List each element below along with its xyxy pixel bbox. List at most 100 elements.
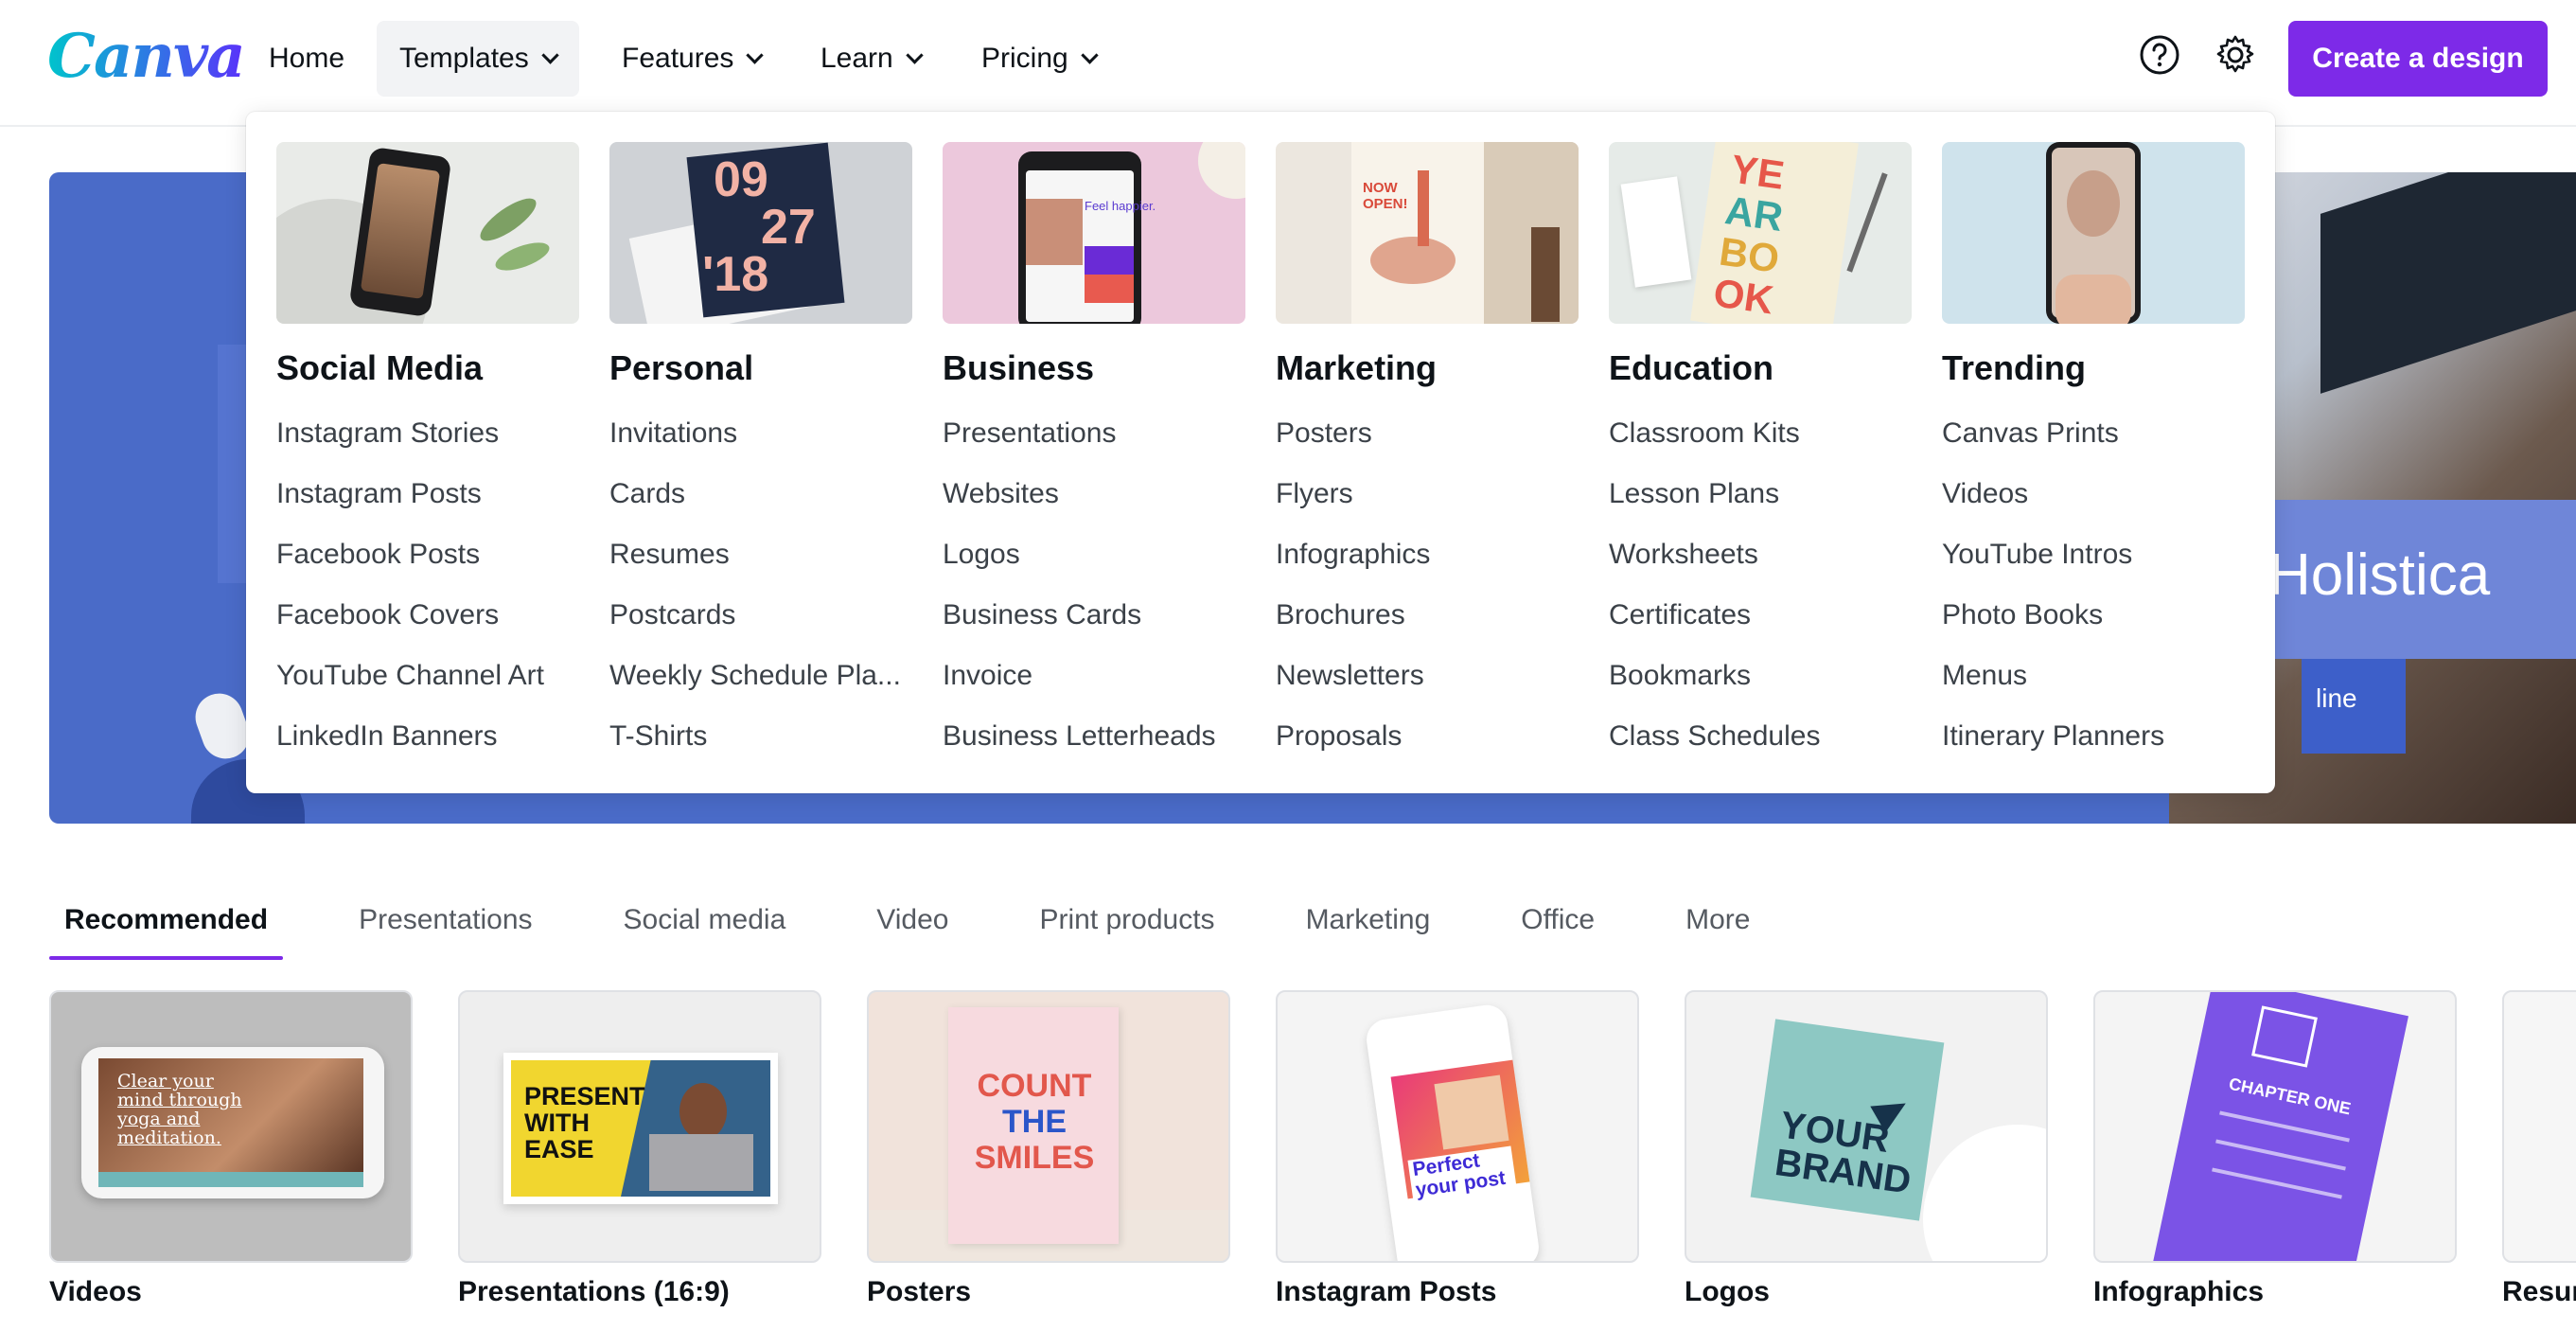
business-thumbnail[interactable]: Feel happier. bbox=[943, 142, 1245, 324]
menu-column-title[interactable]: Business bbox=[943, 348, 1245, 392]
menu-link[interactable]: T-Shirts bbox=[609, 706, 912, 767]
tab-video[interactable]: Video bbox=[861, 892, 963, 960]
menu-link[interactable]: Facebook Posts bbox=[276, 524, 579, 585]
tab-office[interactable]: Office bbox=[1506, 892, 1610, 960]
marketing-thumbnail[interactable]: NOW OPEN! bbox=[1276, 142, 1579, 324]
menu-column-title[interactable]: Social Media bbox=[276, 348, 579, 392]
menu-link[interactable]: Websites bbox=[943, 464, 1245, 524]
menu-column-business: Feel happier. Business Presentations Web… bbox=[943, 142, 1245, 767]
menu-link[interactable]: Invitations bbox=[609, 403, 912, 464]
menu-column-education: YE AR BO OK Education Classroom Kits Les… bbox=[1609, 142, 1912, 767]
menu-column-title[interactable]: Personal bbox=[609, 348, 912, 392]
tab-print-products[interactable]: Print products bbox=[1024, 892, 1229, 960]
design-card-resumes[interactable]: Resum bbox=[2502, 990, 2576, 1308]
menu-link[interactable]: Brochures bbox=[1276, 585, 1579, 646]
menu-link[interactable]: Presentations bbox=[943, 403, 1245, 464]
card-label: Resum bbox=[2502, 1276, 2576, 1307]
card-thumbnail[interactable]: COUNT THE SMILES bbox=[867, 990, 1230, 1263]
personal-thumbnail[interactable]: 09 27 '18 bbox=[609, 142, 912, 324]
chevron-down-icon bbox=[746, 45, 765, 64]
menu-link[interactable]: Proposals bbox=[1276, 706, 1579, 767]
social-media-thumbnail[interactable] bbox=[276, 142, 579, 324]
menu-link[interactable]: Business Letterheads bbox=[943, 706, 1245, 767]
gear-icon[interactable] bbox=[2214, 34, 2256, 76]
menu-link[interactable]: LinkedIn Banners bbox=[276, 706, 579, 767]
card-thumbnail[interactable]: Perfect your post bbox=[1276, 990, 1639, 1263]
menu-link[interactable]: Worksheets bbox=[1609, 524, 1912, 585]
nav-home-label: Home bbox=[269, 43, 345, 74]
design-card-logos[interactable]: YOUR BRAND Logos bbox=[1685, 990, 2048, 1308]
nav-features[interactable]: Features bbox=[599, 21, 784, 97]
help-circle-icon[interactable] bbox=[2139, 34, 2180, 76]
card-label: Videos bbox=[49, 1276, 142, 1307]
nav-pricing[interactable]: Pricing bbox=[959, 21, 1119, 97]
menu-link[interactable]: Newsletters bbox=[1276, 646, 1579, 706]
create-design-button[interactable]: Create a design bbox=[2288, 21, 2548, 97]
tab-more[interactable]: More bbox=[1670, 892, 1765, 960]
nav-learn-label: Learn bbox=[820, 43, 893, 74]
menu-column-trending: Trending Canvas Prints Videos YouTube In… bbox=[1942, 142, 2245, 767]
tab-social-media[interactable]: Social media bbox=[609, 892, 802, 960]
chevron-down-icon bbox=[1081, 45, 1099, 64]
card-label: Posters bbox=[867, 1276, 972, 1307]
menu-link[interactable]: Resumes bbox=[609, 524, 912, 585]
menu-link[interactable]: Canvas Prints bbox=[1942, 403, 2245, 464]
card-label: Logos bbox=[1685, 1276, 1770, 1307]
menu-link[interactable]: Flyers bbox=[1276, 464, 1579, 524]
tab-recommended[interactable]: Recommended bbox=[49, 892, 284, 960]
chevron-down-icon bbox=[906, 45, 924, 64]
nav-features-label: Features bbox=[622, 43, 734, 74]
canva-logo[interactable]: Canva bbox=[47, 21, 246, 92]
menu-column-title[interactable]: Education bbox=[1609, 348, 1912, 392]
tab-marketing[interactable]: Marketing bbox=[1291, 892, 1446, 960]
nav-learn[interactable]: Learn bbox=[798, 21, 944, 97]
menu-link[interactable]: Weekly Schedule Pla... bbox=[609, 646, 912, 706]
menu-link[interactable]: Itinerary Planners bbox=[1942, 706, 2245, 767]
trending-thumbnail[interactable] bbox=[1942, 142, 2245, 324]
menu-link[interactable]: Facebook Covers bbox=[276, 585, 579, 646]
menu-link[interactable]: Instagram Posts bbox=[276, 464, 579, 524]
menu-link[interactable]: Class Schedules bbox=[1609, 706, 1912, 767]
design-card-infographics[interactable]: CHAPTER ONE Infographics bbox=[2093, 990, 2457, 1308]
menu-link[interactable]: Infographics bbox=[1276, 524, 1579, 585]
menu-link[interactable]: YouTube Channel Art bbox=[276, 646, 579, 706]
card-thumbnail[interactable]: PRESENT WITH EASE bbox=[458, 990, 821, 1263]
design-card-videos[interactable]: Clear your mind through yoga and meditat… bbox=[49, 990, 413, 1308]
menu-link[interactable]: Invoice bbox=[943, 646, 1245, 706]
menu-link[interactable]: Logos bbox=[943, 524, 1245, 585]
menu-link[interactable]: Posters bbox=[1276, 403, 1579, 464]
menu-link[interactable]: Business Cards bbox=[943, 585, 1245, 646]
design-card-instagram-posts[interactable]: Perfect your post Instagram Posts bbox=[1276, 990, 1639, 1308]
menu-link[interactable]: YouTube Intros bbox=[1942, 524, 2245, 585]
design-card-posters[interactable]: COUNT THE SMILES Posters bbox=[867, 990, 1230, 1308]
menu-link[interactable]: Videos bbox=[1942, 464, 2245, 524]
menu-column-title[interactable]: Marketing bbox=[1276, 348, 1579, 392]
menu-link[interactable]: Classroom Kits bbox=[1609, 403, 1912, 464]
top-navigation: Canva Home Templates Features Learn Pric… bbox=[0, 0, 2576, 127]
tab-presentations[interactable]: Presentations bbox=[344, 892, 547, 960]
menu-link[interactable]: Certificates bbox=[1609, 585, 1912, 646]
nav-templates-label: Templates bbox=[399, 43, 529, 74]
menu-column-personal: 09 27 '18 Personal Invitations Cards Res… bbox=[609, 142, 912, 767]
menu-link[interactable]: Bookmarks bbox=[1609, 646, 1912, 706]
design-card-presentations[interactable]: PRESENT WITH EASE Presentations (16:9) bbox=[458, 990, 821, 1308]
card-label: Infographics bbox=[2093, 1276, 2265, 1307]
menu-link[interactable]: Menus bbox=[1942, 646, 2245, 706]
card-label: Instagram Posts bbox=[1276, 1276, 1497, 1307]
hero-chip-text: line bbox=[2316, 683, 2357, 713]
menu-column-title[interactable]: Trending bbox=[1942, 348, 2245, 392]
nav-pricing-label: Pricing bbox=[981, 43, 1068, 74]
card-thumbnail[interactable]: CHAPTER ONE bbox=[2093, 990, 2457, 1263]
card-thumbnail[interactable]: YOUR BRAND bbox=[1685, 990, 2048, 1263]
menu-link[interactable]: Cards bbox=[609, 464, 912, 524]
education-thumbnail[interactable]: YE AR BO OK bbox=[1609, 142, 1912, 324]
card-thumbnail[interactable] bbox=[2502, 990, 2576, 1263]
menu-link[interactable]: Postcards bbox=[609, 585, 912, 646]
menu-link[interactable]: Instagram Stories bbox=[276, 403, 579, 464]
nav-templates[interactable]: Templates bbox=[377, 21, 579, 97]
card-thumbnail[interactable]: Clear your mind through yoga and meditat… bbox=[49, 990, 413, 1263]
menu-link[interactable]: Lesson Plans bbox=[1609, 464, 1912, 524]
nav-home[interactable]: Home bbox=[246, 21, 367, 97]
menu-link[interactable]: Photo Books bbox=[1942, 585, 2245, 646]
card-label: Presentations (16:9) bbox=[458, 1276, 730, 1307]
